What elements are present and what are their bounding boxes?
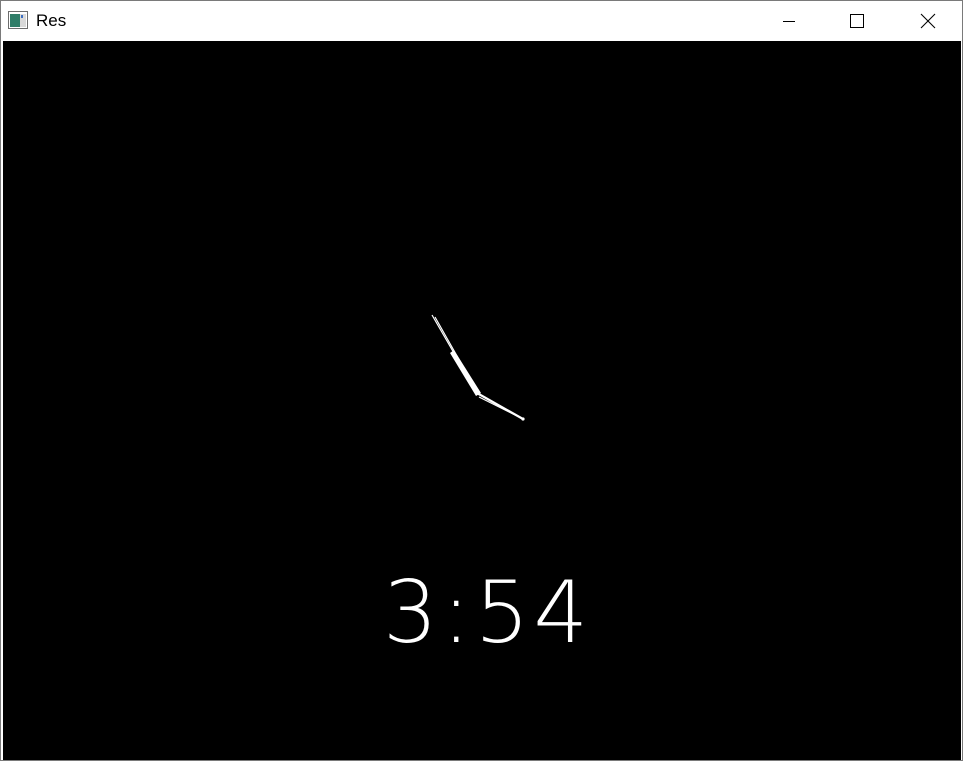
hour-hand — [476, 392, 525, 421]
time-readout: 3:54 — [383, 563, 593, 663]
app-icon — [8, 11, 28, 29]
close-button[interactable] — [905, 1, 951, 40]
minimize-button[interactable] — [766, 1, 812, 40]
app-window: Res 3:54 — [0, 0, 963, 761]
render-canvas: 3:54 — [3, 41, 961, 760]
close-icon — [920, 13, 936, 29]
minimize-icon — [782, 14, 796, 28]
maximize-icon — [849, 13, 865, 29]
window-title: Res — [36, 11, 67, 30]
maximize-button[interactable] — [834, 1, 880, 40]
minute-hand — [431, 314, 481, 396]
title-bar[interactable]: Res — [1, 1, 962, 40]
